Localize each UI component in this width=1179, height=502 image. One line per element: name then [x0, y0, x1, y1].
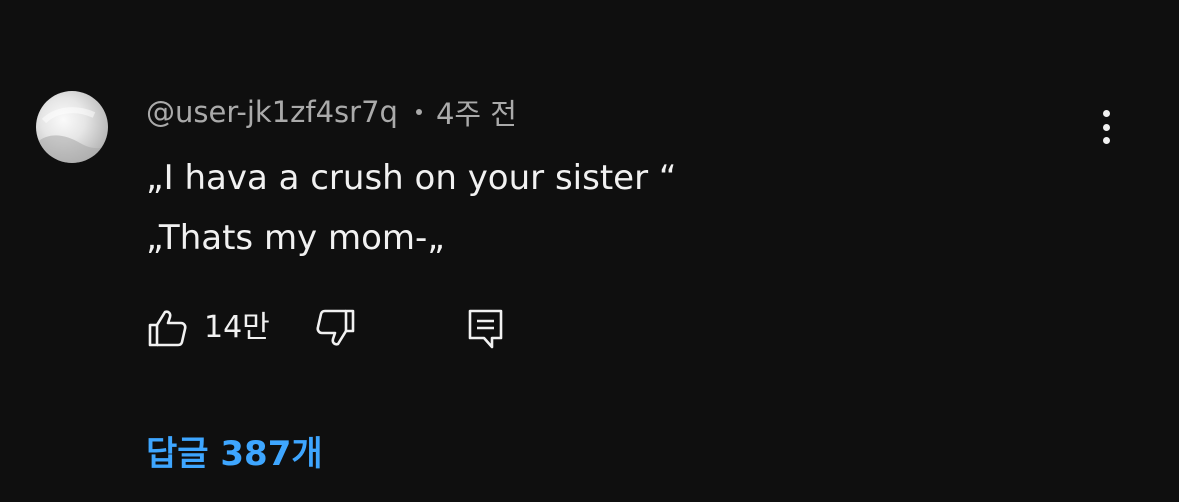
reply-button[interactable] [464, 306, 508, 350]
avatar[interactable] [36, 91, 108, 163]
more-vert-icon [1102, 110, 1110, 117]
thumbs-up-icon [148, 310, 187, 347]
comment-text: „I hava a crush on your sister “ „Thats m… [146, 148, 676, 268]
separator-dot [415, 109, 422, 115]
view-replies-button[interactable]: 답글 387개 [146, 428, 323, 480]
reply-comment-icon [468, 309, 503, 349]
dislike-button[interactable] [314, 306, 358, 350]
like-count: 14만 [204, 310, 270, 345]
author-handle[interactable]: @user-jk1zf4sr7q [146, 95, 398, 129]
comment-header: @user-jk1zf4sr7q 4주 전 [146, 90, 517, 134]
comment-line: „Thats my mom-„ [146, 218, 445, 258]
comment-line: „I hava a crush on your sister “ [146, 158, 677, 198]
more-options-button[interactable] [1090, 104, 1122, 150]
comment-thread: @user-jk1zf4sr7q 4주 전 „I hava a crush on… [0, 0, 1179, 502]
thumbs-down-icon [316, 309, 355, 346]
avatar-image [36, 107, 108, 163]
like-button[interactable] [146, 306, 190, 350]
comment-time[interactable]: 4주 전 [436, 91, 517, 133]
